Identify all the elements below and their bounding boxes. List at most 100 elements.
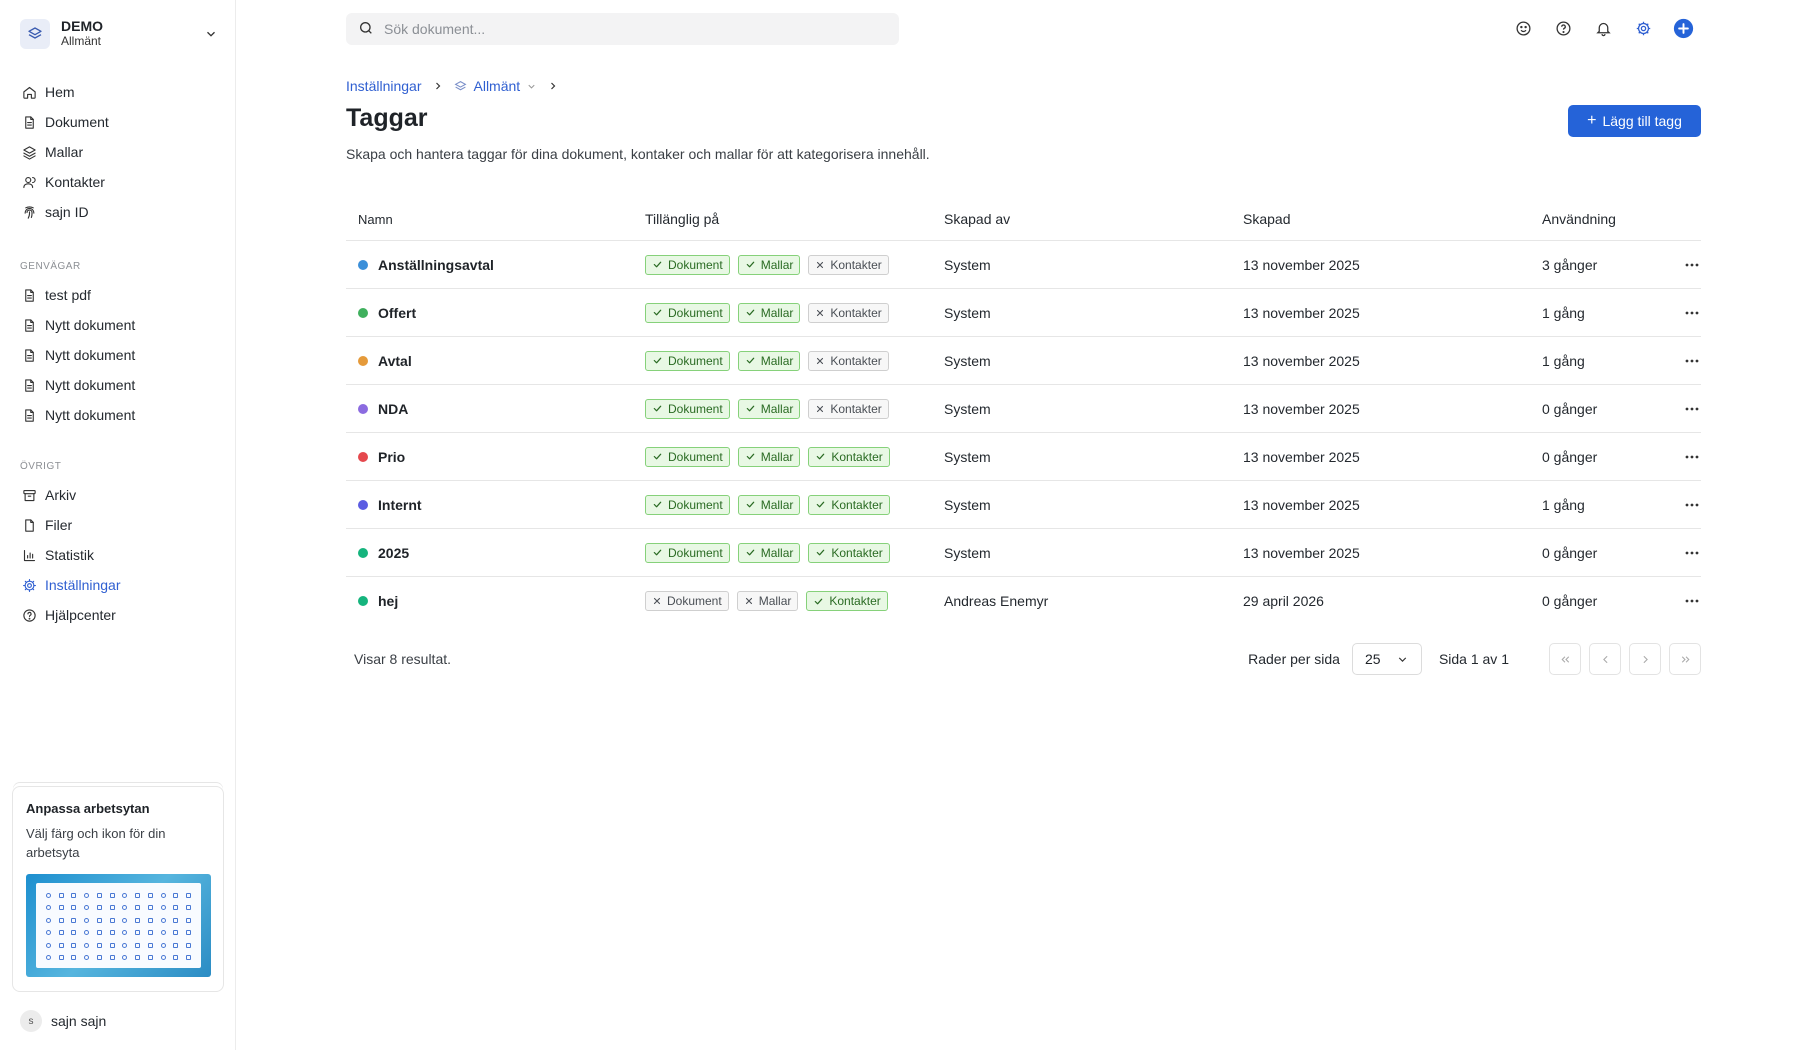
templates-availability-badge[interactable]: Mallar <box>737 302 801 323</box>
chevron-down-icon[interactable] <box>526 81 537 92</box>
badge-label: Kontakter <box>831 497 883 512</box>
contacts-availability-badge[interactable]: Kontakter <box>808 494 890 515</box>
documents-availability-badge[interactable]: Dokument <box>645 350 730 371</box>
usage-count: 1 gång <box>1542 496 1585 513</box>
badge-label: Dokument <box>668 305 723 320</box>
check-icon <box>745 547 756 558</box>
more-actions-icon[interactable] <box>1682 359 1701 363</box>
smiley-icon[interactable] <box>1512 17 1534 39</box>
check-icon <box>815 547 826 558</box>
contacts-availability-badge[interactable]: Kontakter <box>808 446 890 467</box>
search-bar[interactable] <box>346 13 899 45</box>
sidebar-item-hem[interactable]: Hem <box>12 77 224 107</box>
table-row[interactable]: Offert Dokument Mallar Kontakter System 13 no… <box>346 289 1701 337</box>
sidebar-item-nytt-dokument[interactable]: Nytt dokument <box>12 370 224 400</box>
more-actions-icon[interactable] <box>1682 263 1701 267</box>
sidebar-item-arkiv[interactable]: Arkiv <box>12 480 224 510</box>
search-input[interactable] <box>384 21 864 37</box>
more-actions-icon[interactable] <box>1682 455 1701 459</box>
documents-availability-badge[interactable]: Dokument <box>645 254 730 275</box>
templates-availability-badge[interactable]: Mallar <box>737 398 801 419</box>
contacts-availability-badge[interactable]: Kontakter <box>808 254 889 275</box>
table-row[interactable]: Anställningsavtal Dokument Mallar Kontakter… <box>346 241 1701 289</box>
palette-swatch-icon <box>160 917 166 923</box>
add-tag-button[interactable]: + Lägg till tagg <box>1568 105 1701 137</box>
last-page-button[interactable] <box>1669 643 1701 675</box>
plus-icon: + <box>1587 112 1597 129</box>
help-icon[interactable] <box>1552 17 1574 39</box>
table-row[interactable]: NDA Dokument Mallar Kontakter System 13 novem… <box>346 385 1701 433</box>
contacts-availability-badge[interactable]: Kontakter <box>808 398 889 419</box>
sidebar-item-label: Nytt dokument <box>45 347 136 363</box>
contacts-availability-badge[interactable]: Kontakter <box>808 542 890 563</box>
document-icon <box>21 287 37 303</box>
badge-label: Dokument <box>668 401 723 416</box>
table-row[interactable]: Internt Dokument Mallar Kontakter System 13 n… <box>346 481 1701 529</box>
templates-availability-badge[interactable]: Mallar <box>737 350 801 371</box>
workspace-switcher[interactable]: DEMO Allmänt <box>20 16 220 52</box>
sidebar-item-dokument[interactable]: Dokument <box>12 107 224 137</box>
sidebar-item-sajn-id[interactable]: sajn ID <box>12 197 224 227</box>
tag-color-dot <box>358 596 368 606</box>
breadcrumb-workspace[interactable]: Allmänt <box>474 78 521 94</box>
templates-availability-badge[interactable]: Mallar <box>737 254 801 275</box>
created-by: System <box>944 304 991 321</box>
contacts-availability-badge[interactable]: Kontakter <box>808 350 889 371</box>
sidebar-item-statistik[interactable]: Statistik <box>12 540 224 570</box>
templates-availability-badge[interactable]: Mallar <box>737 494 801 515</box>
more-actions-icon[interactable] <box>1682 551 1701 555</box>
table-row[interactable]: 2025 Dokument Mallar Kontakter System 13 nove… <box>346 529 1701 577</box>
templates-availability-badge[interactable]: Mallar <box>736 591 799 611</box>
prev-page-button[interactable] <box>1589 643 1621 675</box>
documents-availability-badge[interactable]: Dokument <box>645 494 730 515</box>
documents-availability-badge[interactable]: Dokument <box>645 591 729 611</box>
more-actions-icon[interactable] <box>1682 407 1701 411</box>
contacts-availability-badge[interactable]: Kontakter <box>806 591 888 611</box>
sidebar-item-filer[interactable]: Filer <box>12 510 224 540</box>
user-menu[interactable]: s sajn sajn <box>20 1010 106 1032</box>
sidebar-item-inställningar[interactable]: Inställningar <box>12 570 224 600</box>
documents-availability-badge[interactable]: Dokument <box>645 446 730 467</box>
more-actions-icon[interactable] <box>1682 599 1701 603</box>
rows-per-page-select[interactable]: 25 <box>1351 643 1422 675</box>
templates-availability-badge[interactable]: Mallar <box>737 446 801 467</box>
palette-swatch-icon <box>122 892 128 898</box>
col-created-by: Skapad av <box>944 211 1011 227</box>
chevron-down-icon <box>1396 653 1409 666</box>
sidebar-item-hjälpcenter[interactable]: Hjälpcenter <box>12 600 224 630</box>
check-icon <box>745 403 756 414</box>
shortcuts-section: GENVÄGAR test pdf Nytt dokument Nytt dokum… <box>12 258 224 430</box>
sidebar-item-nytt-dokument[interactable]: Nytt dokument <box>12 400 224 430</box>
promo-text: Välj färg och ikon för din arbetsyta <box>26 826 166 860</box>
sidebar-item-nytt-dokument[interactable]: Nytt dokument <box>12 340 224 370</box>
table-row[interactable]: Avtal Dokument Mallar Kontakter System 13 nov… <box>346 337 1701 385</box>
palette-swatch-icon <box>96 942 102 948</box>
customize-workspace-card[interactable]: Anpassa arbetsytan Välj färg och ikon fö… <box>12 786 224 992</box>
breadcrumb-settings[interactable]: Inställningar <box>346 78 422 94</box>
add-circle-icon[interactable] <box>1672 17 1694 39</box>
table-row[interactable]: Prio Dokument Mallar Kontakter System 13 nove… <box>346 433 1701 481</box>
layers-icon <box>21 144 37 160</box>
next-page-button[interactable] <box>1629 643 1661 675</box>
sidebar-item-mallar[interactable]: Mallar <box>12 137 224 167</box>
sidebar-item-test-pdf[interactable]: test pdf <box>12 280 224 310</box>
table-row[interactable]: hej Dokument Mallar Kontakter Andreas Enemyr… <box>346 577 1701 625</box>
palette-swatch-icon <box>173 905 179 911</box>
more-actions-icon[interactable] <box>1682 503 1701 507</box>
documents-availability-badge[interactable]: Dokument <box>645 302 730 323</box>
more-actions-icon[interactable] <box>1682 311 1701 315</box>
contacts-availability-badge[interactable]: Kontakter <box>808 302 889 323</box>
tag-name: Internt <box>378 496 422 513</box>
bell-icon[interactable] <box>1592 17 1614 39</box>
documents-availability-badge[interactable]: Dokument <box>645 542 730 563</box>
sidebar-item-nytt-dokument[interactable]: Nytt dokument <box>12 310 224 340</box>
gear-icon[interactable] <box>1632 17 1654 39</box>
badge-label: Mallar <box>760 497 794 512</box>
document-icon <box>21 377 37 393</box>
created-by: Andreas Enemyr <box>944 593 1049 609</box>
templates-availability-badge[interactable]: Mallar <box>737 542 801 563</box>
badge-label: Mallar <box>760 449 794 464</box>
documents-availability-badge[interactable]: Dokument <box>645 398 730 419</box>
first-page-button[interactable] <box>1549 643 1581 675</box>
sidebar-item-kontakter[interactable]: Kontakter <box>12 167 224 197</box>
